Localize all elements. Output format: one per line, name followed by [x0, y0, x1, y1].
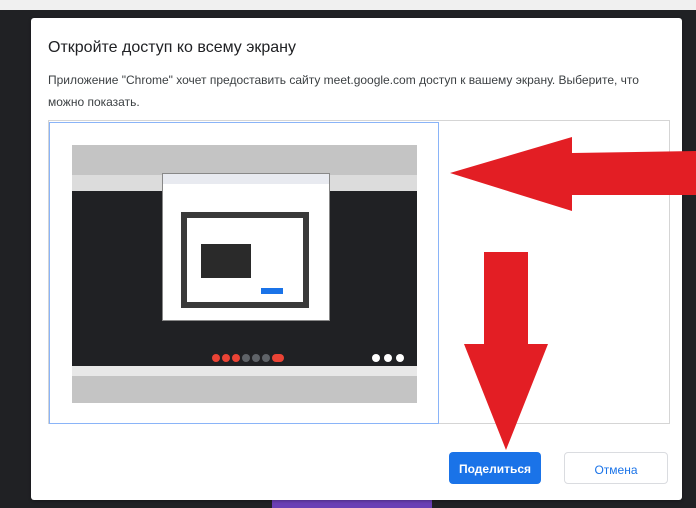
dialog-description: Приложение "Chrome" хочет предоставить с…: [48, 73, 639, 109]
dialog-footer: Поделиться Отмена: [31, 424, 682, 500]
thumb-dot: [212, 354, 220, 362]
thumb-window-bar: [163, 174, 329, 184]
thumb-dot: [384, 354, 392, 362]
thumb-dot: [372, 354, 380, 362]
annotation-down-arrow-icon: [464, 252, 548, 450]
thumb-taskbar: [72, 366, 417, 376]
dialog-title: Откройте доступ ко всему экрану: [48, 39, 297, 56]
thumb-window: [162, 173, 330, 321]
annotation-left-arrow-icon: [450, 137, 696, 211]
thumb-inner-dialog: [187, 218, 303, 302]
thumb-dot: [396, 354, 404, 362]
thumb-dot: [272, 354, 284, 362]
thumb-inner-button: [261, 288, 283, 294]
cancel-button[interactable]: Отмена: [564, 452, 668, 484]
share-button[interactable]: Поделиться: [449, 452, 541, 484]
browser-top-strip: [0, 0, 696, 10]
screen-thumbnail: [72, 145, 417, 403]
thumb-dot: [252, 354, 260, 362]
entire-screen-option[interactable]: [49, 122, 439, 424]
thumb-inner-preview: [201, 244, 251, 278]
thumb-dot: [232, 354, 240, 362]
thumb-dot: [242, 354, 250, 362]
thumb-dot: [222, 354, 230, 362]
thumb-inner-screen: [181, 212, 309, 308]
thumb-dot: [262, 354, 270, 362]
thumb-controls: [72, 354, 417, 366]
screen-share-dialog: Откройте доступ ко всему экрану Приложен…: [31, 18, 682, 500]
